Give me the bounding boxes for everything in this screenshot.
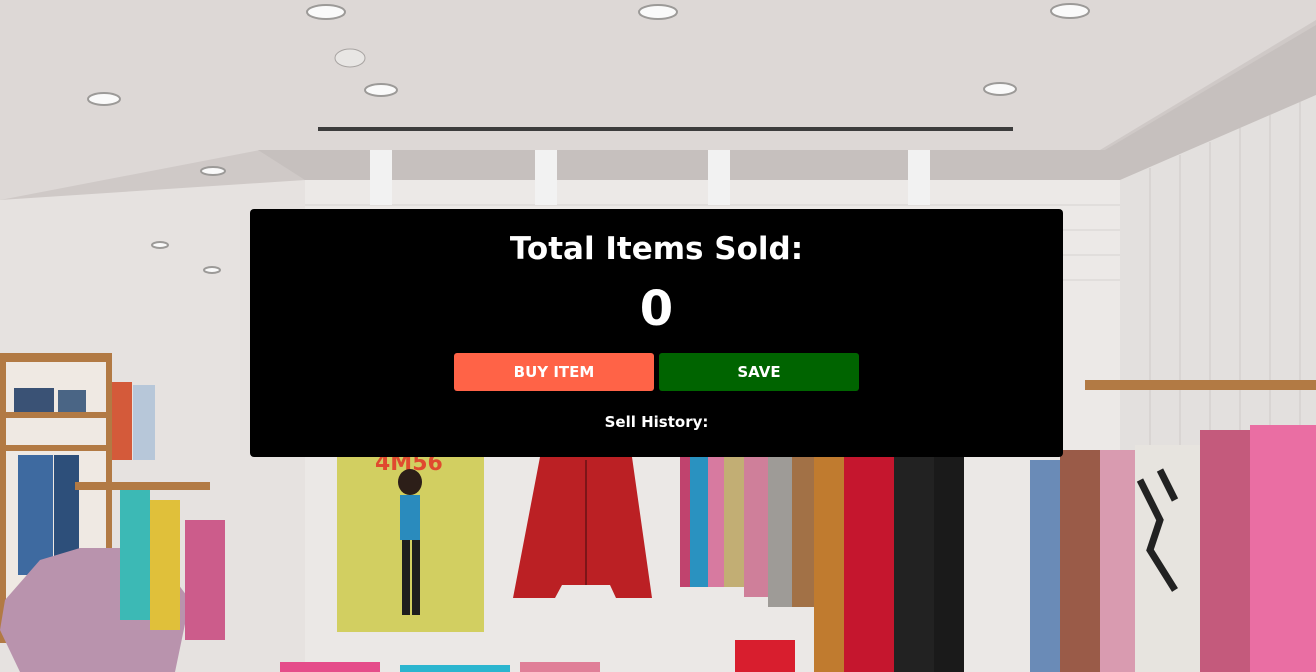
buy-item-button[interactable]: BUY ITEM <box>454 353 654 391</box>
sales-panel: Total Items Sold: 0 BUY ITEM SAVE Sell H… <box>250 209 1063 457</box>
sell-history-label: Sell History: <box>604 413 709 431</box>
save-button[interactable]: SAVE <box>659 353 859 391</box>
store-scene: 4M56 Total Items Sold: 0 BUY ITEM SAVE S… <box>0 0 1316 672</box>
action-buttons: BUY ITEM SAVE <box>454 353 859 391</box>
items-sold-counter: 0 <box>639 281 674 337</box>
total-items-sold-title: Total Items Sold: <box>509 231 804 267</box>
